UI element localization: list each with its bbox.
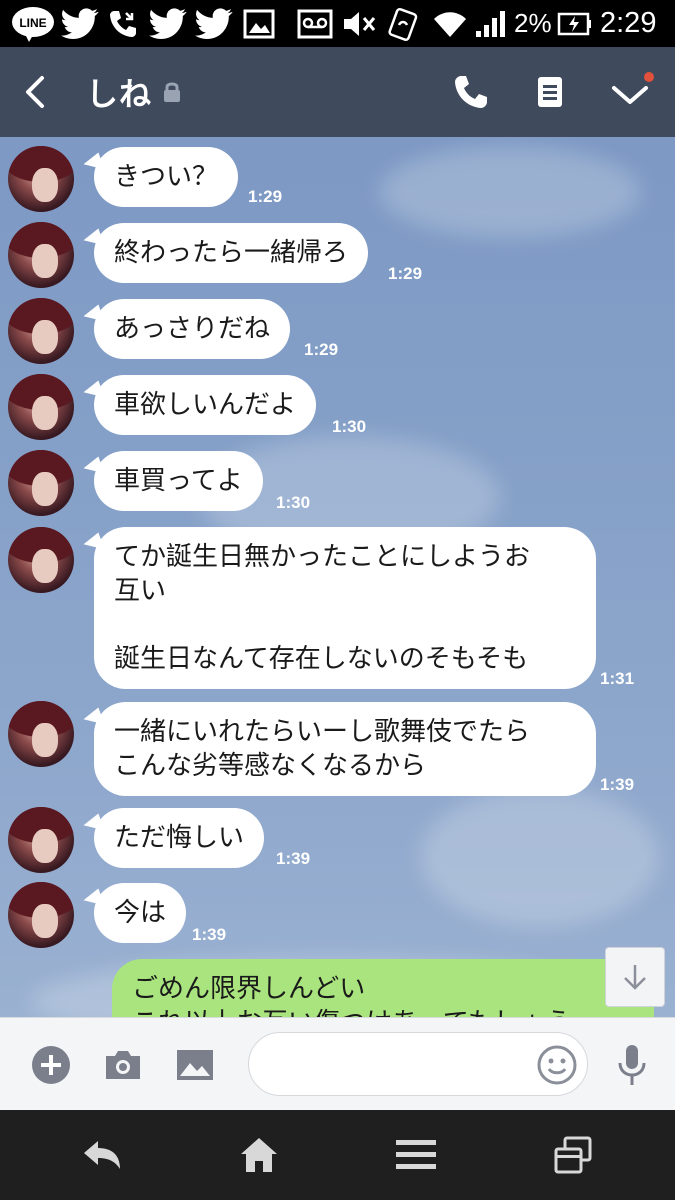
outgoing-message-bubble[interactable]: ごめん限界しんどい これ以上お互い傷つけあってもしょう <box>112 959 654 1017</box>
message-time: 1:39 <box>600 775 635 794</box>
clock: 2:29 <box>600 7 657 39</box>
system-nav-bar <box>0 1110 675 1200</box>
camera-icon[interactable] <box>102 1018 144 1111</box>
chat-title: しね <box>86 75 153 113</box>
message-bubble[interactable]: あっさりだね <box>94 299 291 359</box>
avatar[interactable] <box>8 374 74 440</box>
emoji-icon[interactable] <box>535 1018 579 1111</box>
outgoing-line: これ以上お互い傷つけあってもしょう <box>132 1006 634 1017</box>
message-bubble[interactable]: 車欲しいんだよ <box>94 375 317 435</box>
message-bubble[interactable]: 今は <box>94 883 187 943</box>
arrow-down-icon <box>624 965 646 990</box>
message-input-bar <box>0 1017 675 1110</box>
message-time: 1:29 <box>248 187 283 206</box>
avatar[interactable] <box>8 450 74 516</box>
message-bubble[interactable]: ただ悔しい <box>94 808 265 868</box>
battery-percent: 2% <box>514 8 552 38</box>
message-time: 1:31 <box>600 669 635 688</box>
scroll-to-bottom-button[interactable] <box>605 947 665 1007</box>
avatar[interactable] <box>8 298 74 364</box>
nav-back-icon[interactable] <box>80 1110 124 1200</box>
wifi-icon <box>430 0 470 47</box>
home-icon[interactable] <box>238 1110 280 1200</box>
battery-charging-icon <box>556 0 594 47</box>
lock-icon <box>162 47 184 137</box>
avatar[interactable] <box>8 701 74 767</box>
menu-icon[interactable] <box>394 1110 438 1200</box>
message-bubble[interactable]: 終わったら一緒帰ろ <box>94 223 369 283</box>
gallery-icon <box>242 0 276 47</box>
twitter-icon <box>60 0 100 47</box>
avatar[interactable] <box>8 146 74 212</box>
mic-icon[interactable] <box>614 1018 650 1111</box>
message-time: 1:29 <box>388 264 423 283</box>
message-bubble[interactable]: きつい？ <box>94 147 239 207</box>
avatar[interactable] <box>8 882 74 948</box>
status-bar: LINE 2% 2:29 <box>0 0 675 47</box>
message-time: 1:29 <box>304 340 339 359</box>
plus-icon[interactable] <box>30 1018 72 1111</box>
twitter-icon <box>148 0 188 47</box>
recent-apps-icon[interactable] <box>552 1110 594 1200</box>
outgoing-line: ごめん限界しんどい <box>132 974 366 1004</box>
avatar[interactable] <box>8 527 74 593</box>
message-time: 1:30 <box>332 417 367 436</box>
phone-icon[interactable] <box>452 47 492 137</box>
mute-icon <box>340 0 378 47</box>
avatar[interactable] <box>8 222 74 288</box>
image-icon[interactable] <box>174 1018 216 1111</box>
message-bubble[interactable]: 車買ってよ <box>94 451 263 511</box>
chevron-down-icon[interactable] <box>610 47 654 137</box>
back-icon[interactable] <box>22 47 52 137</box>
message-time: 1:30 <box>276 493 311 512</box>
twitter-icon <box>194 0 234 47</box>
message-time: 1:39 <box>276 849 311 868</box>
chat-area[interactable]: きつい？ 1:29 終わったら一緒帰ろ 1:29 あっさりだね 1:29 車欲し… <box>0 137 675 1017</box>
chat-header: しね <box>0 47 675 137</box>
missed-call-icon <box>104 0 142 47</box>
signal-icon <box>472 0 508 47</box>
svg-text:LINE: LINE <box>19 16 46 30</box>
voicemail-icon <box>296 0 334 47</box>
line-app-icon: LINE <box>10 0 56 47</box>
message-bubble[interactable]: 一緒にいれたらいーし歌舞伎でたら こんな劣等感なくなるから <box>94 702 596 796</box>
message-bubble[interactable]: てか誕生日無かったことにしようお 互い 誕生日なんて存在しないのそもそも <box>94 527 596 689</box>
avatar[interactable] <box>8 807 74 873</box>
message-time: 1:39 <box>192 925 227 944</box>
nfc-icon <box>386 0 422 47</box>
notes-icon[interactable] <box>536 47 568 137</box>
